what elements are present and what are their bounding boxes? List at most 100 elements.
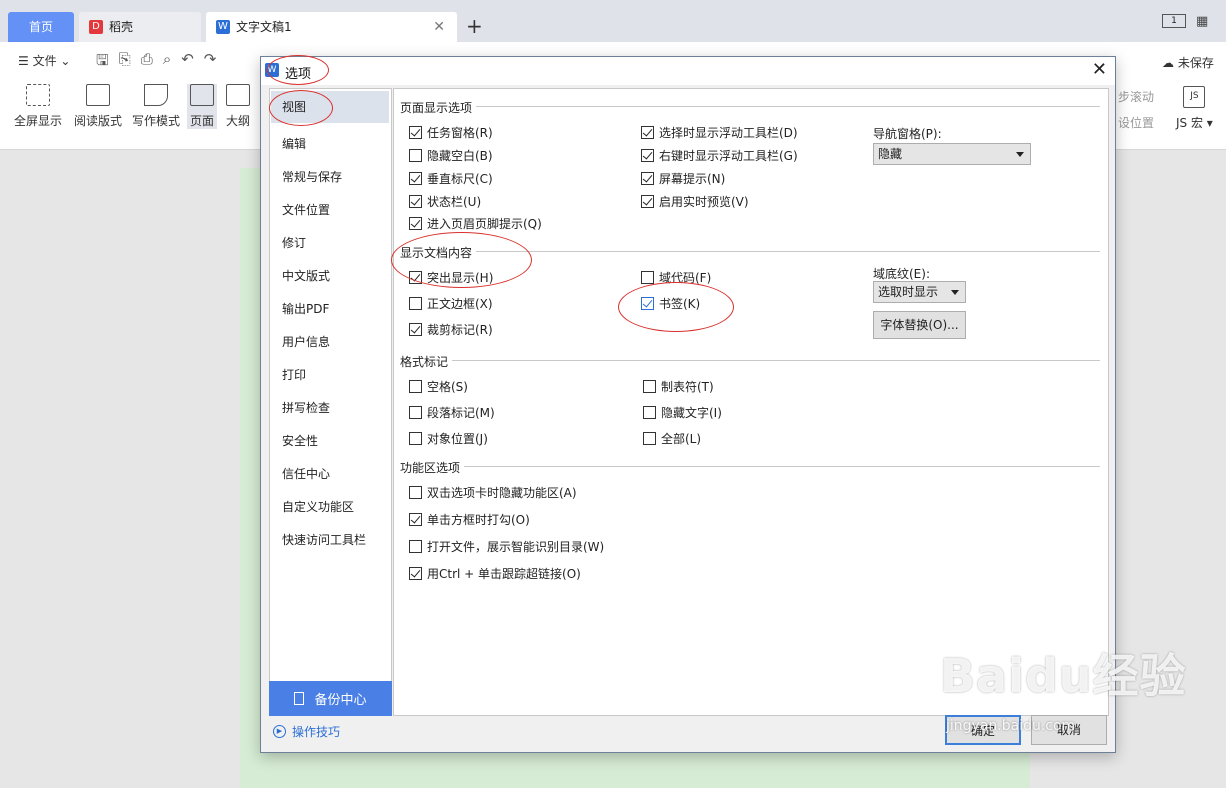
dialog-titlebar[interactable]: W 选项 ✕ [261, 57, 1115, 85]
nav-item-quick-access[interactable]: 快速访问工具栏 [282, 531, 366, 548]
nav-item-user-info[interactable]: 用户信息 [282, 333, 330, 350]
checkbox-box[interactable] [409, 380, 422, 393]
close-icon[interactable]: ✕ [1092, 59, 1107, 80]
checkbox-float-toolbar-rightclick[interactable]: 右键时显示浮动工具栏(G) [641, 147, 798, 164]
checkbox-box[interactable] [409, 323, 422, 336]
nav-item-general-save[interactable]: 常规与保存 [282, 168, 342, 185]
checkbox-float-toolbar-select[interactable]: 选择时显示浮动工具栏(D) [641, 124, 798, 141]
checkbox-label: 单击方框时打勾(O) [427, 513, 530, 527]
checkbox-label: 制表符(T) [661, 380, 714, 394]
checkbox-label: 双击选项卡时隐藏功能区(A) [427, 486, 577, 500]
nav-item-chinese-layout[interactable]: 中文版式 [282, 267, 330, 284]
checkbox-label: 段落标记(M) [427, 406, 495, 420]
checkbox-show-all[interactable]: 全部(L) [643, 430, 701, 447]
redo-icon[interactable]: ↷ [204, 50, 217, 75]
backup-center-button[interactable]: 备份中心 [269, 681, 392, 716]
outline-button[interactable]: 大纲 [226, 84, 250, 129]
checkbox-crop-marks[interactable]: 裁剪标记(R) [409, 321, 493, 338]
checkbox-dblclick-hide-ribbon[interactable]: 双击选项卡时隐藏功能区(A) [409, 484, 577, 501]
export-icon[interactable]: ⎘ [119, 50, 131, 75]
nav-item-print[interactable]: 打印 [282, 366, 306, 383]
checkbox-text-boundaries[interactable]: 正文边框(X) [409, 295, 493, 312]
checkbox-box[interactable] [409, 432, 422, 445]
checkbox-box[interactable] [409, 513, 422, 526]
sync-scroll-label[interactable]: 步滚动 [1118, 88, 1154, 105]
close-icon[interactable]: ✕ [433, 12, 445, 42]
nav-item-file-location[interactable]: 文件位置 [282, 201, 330, 218]
checkbox-box[interactable] [641, 149, 654, 162]
checkbox-box[interactable] [641, 126, 654, 139]
font-replace-button[interactable]: 字体替换(O)... [873, 311, 966, 339]
page-view-button[interactable]: 页面 [187, 84, 218, 129]
checkbox-box[interactable] [409, 217, 422, 230]
checkbox-box[interactable] [643, 432, 656, 445]
checkbox-paragraph-marks[interactable]: 段落标记(M) [409, 404, 495, 421]
checkbox-status-bar[interactable]: 状态栏(U) [409, 193, 481, 210]
nav-pane-select[interactable]: 隐藏 [873, 143, 1031, 165]
reset-position-label[interactable]: 设位置 [1118, 114, 1154, 131]
undo-icon[interactable]: ↶ [181, 50, 194, 75]
file-menu[interactable]: ☰ 文件 ⌄ [18, 52, 70, 69]
annotation-circle-bookmark [618, 282, 734, 332]
checkbox-box[interactable] [641, 271, 654, 284]
nav-item-custom-ribbon[interactable]: 自定义功能区 [282, 498, 354, 515]
checkbox-task-pane[interactable]: 任务窗格(R) [409, 124, 493, 141]
annotation-circle-view [269, 90, 333, 126]
tips-link[interactable]: ▶ 操作技巧 [273, 723, 340, 740]
checkbox-box[interactable] [409, 195, 422, 208]
js-macro-button[interactable]: JS JS 宏 ▾ [1176, 86, 1213, 131]
checkbox-spaces[interactable]: 空格(S) [409, 378, 468, 395]
save-icon[interactable]: 🖫 [96, 50, 109, 75]
checkbox-box[interactable] [409, 540, 422, 553]
checkbox-box[interactable] [641, 172, 654, 185]
save-status[interactable]: ☁ 未保存 [1162, 54, 1214, 71]
field-shading-select[interactable]: 选取时显示 [873, 281, 966, 303]
fullscreen-icon [26, 84, 50, 106]
nav-item-edit[interactable]: 编辑 [282, 135, 306, 152]
checkbox-label: 用Ctrl + 单击跟踪超链接(O) [427, 567, 581, 581]
checkbox-object-anchors[interactable]: 对象位置(J) [409, 430, 488, 447]
tab-daoke[interactable]: D 稻壳 [79, 12, 201, 42]
checkbox-header-footer-hint[interactable]: 进入页眉页脚提示(Q) [409, 215, 542, 232]
checkbox-hide-whitespace[interactable]: 隐藏空白(B) [409, 147, 493, 164]
outline-label: 大纲 [226, 114, 251, 128]
nav-item-export-pdf[interactable]: 输出PDF [282, 300, 329, 317]
section-format-marks-title: 格式标记 [400, 353, 453, 370]
nav-item-security[interactable]: 安全性 [282, 432, 318, 449]
checkbox-label: 选择时显示浮动工具栏(D) [659, 126, 798, 140]
checkbox-box[interactable] [643, 380, 656, 393]
fullscreen-button[interactable]: 全屏显示 [14, 84, 62, 129]
checkbox-box[interactable] [409, 172, 422, 185]
checkbox-smart-toc[interactable]: 打开文件，展示智能识别目录(W) [409, 538, 604, 555]
checkbox-box[interactable] [409, 567, 422, 580]
checkbox-box[interactable] [409, 406, 422, 419]
checkbox-screen-tips[interactable]: 屏幕提示(N) [641, 170, 725, 187]
checkbox-box[interactable] [409, 486, 422, 499]
checkbox-box[interactable] [409, 149, 422, 162]
tab-document[interactable]: W 文字文稿1 ✕ [206, 12, 457, 42]
nav-item-trust-center[interactable]: 信任中心 [282, 465, 330, 482]
checkbox-tab-chars[interactable]: 制表符(T) [643, 378, 714, 395]
preview-icon[interactable]: ⌕ [163, 50, 171, 75]
nav-pane-value: 隐藏 [878, 147, 903, 161]
checkbox-box[interactable] [409, 297, 422, 310]
checkbox-ctrl-click-link[interactable]: 用Ctrl + 单击跟踪超链接(O) [409, 565, 581, 582]
checkbox-box[interactable] [409, 126, 422, 139]
checkbox-box[interactable] [643, 406, 656, 419]
checkbox-click-to-check[interactable]: 单击方框时打勾(O) [409, 511, 530, 528]
writing-mode-button[interactable]: 写作模式 [132, 84, 180, 129]
nav-item-revision[interactable]: 修订 [282, 234, 306, 251]
reading-layout-button[interactable]: 阅读版式 [74, 84, 122, 129]
new-tab-button[interactable]: + [466, 14, 483, 38]
checkbox-live-preview[interactable]: 启用实时预览(V) [641, 193, 749, 210]
quick-access-icons: 🖫 ⎘ ⎙ ⌕ ↶ ↷ [96, 50, 216, 75]
print-icon[interactable]: ⎙ [141, 50, 153, 75]
window-layout-icon[interactable]: 1 [1162, 14, 1186, 28]
checkbox-vertical-ruler[interactable]: 垂直标尺(C) [409, 170, 493, 187]
checkbox-hidden-text[interactable]: 隐藏文字(I) [643, 404, 722, 421]
tab-home[interactable]: 首页 [8, 12, 74, 42]
baidu-watermark-url: jingyan.baidu.com [946, 718, 1076, 734]
nav-item-spell-check[interactable]: 拼写检查 [282, 399, 330, 416]
checkbox-box[interactable] [641, 195, 654, 208]
grid-icon[interactable]: ▦ [1196, 14, 1208, 29]
